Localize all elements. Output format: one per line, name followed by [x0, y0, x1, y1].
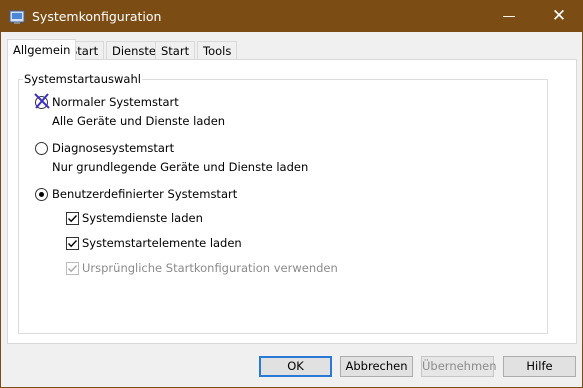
title-bar[interactable]: Systemkonfiguration — ✕	[1, 1, 582, 32]
group-title: Systemstartauswahl	[23, 72, 142, 86]
diagnostic-startup-description: Nur grundlegende Geräte und Dienste lade…	[52, 160, 309, 174]
normal-startup-label: Normaler Systemstart	[52, 95, 179, 109]
tab-panel-allgemein: Systemstartauswahl Normaler Systemstart …	[7, 59, 577, 344]
startup-selection-group: Systemstartauswahl Normaler Systemstart …	[18, 72, 548, 334]
apply-button: Übernehmen	[421, 356, 497, 377]
load-startup-items-checkbox[interactable]	[66, 237, 79, 250]
cancel-button[interactable]: Abbrechen	[340, 356, 413, 377]
tab-dienste[interactable]: Dienste	[106, 41, 162, 59]
checkmark-icon	[68, 265, 78, 273]
close-icon[interactable]: ✕	[536, 1, 582, 32]
checkmark-icon	[68, 240, 78, 248]
tab-start-2[interactable]: Start	[155, 41, 196, 59]
window-title: Systemkonfiguration	[32, 9, 162, 24]
cross-mark-icon	[34, 93, 50, 109]
normal-startup-description: Alle Geräte und Dienste laden	[52, 114, 226, 128]
load-startup-items-label: Systemstartelemente laden	[82, 236, 242, 250]
minimize-icon[interactable]: —	[486, 1, 532, 32]
custom-startup-radio[interactable]	[35, 188, 48, 201]
tab-tools[interactable]: Tools	[197, 41, 238, 59]
diagnostic-startup-radio[interactable]	[35, 142, 48, 155]
help-button[interactable]: Hilfe	[503, 356, 576, 377]
diagnostic-startup-label: Diagnosesystemstart	[52, 141, 175, 155]
load-services-checkbox[interactable]	[66, 212, 79, 225]
custom-startup-label: Benutzerdefinierter Systemstart	[52, 187, 238, 201]
original-config-label: Ursprüngliche Startkonfiguration verwend…	[82, 261, 338, 275]
checkmark-icon	[68, 215, 78, 223]
tab-allgemein[interactable]: Allgemein	[7, 39, 77, 60]
load-services-label: Systemdienste laden	[82, 211, 203, 225]
original-config-checkbox	[66, 262, 79, 275]
msconfig-icon	[9, 10, 25, 24]
system-config-window: Systemkonfiguration — ✕ Allgemein Start …	[0, 0, 583, 388]
ok-button[interactable]: OK	[259, 356, 332, 377]
